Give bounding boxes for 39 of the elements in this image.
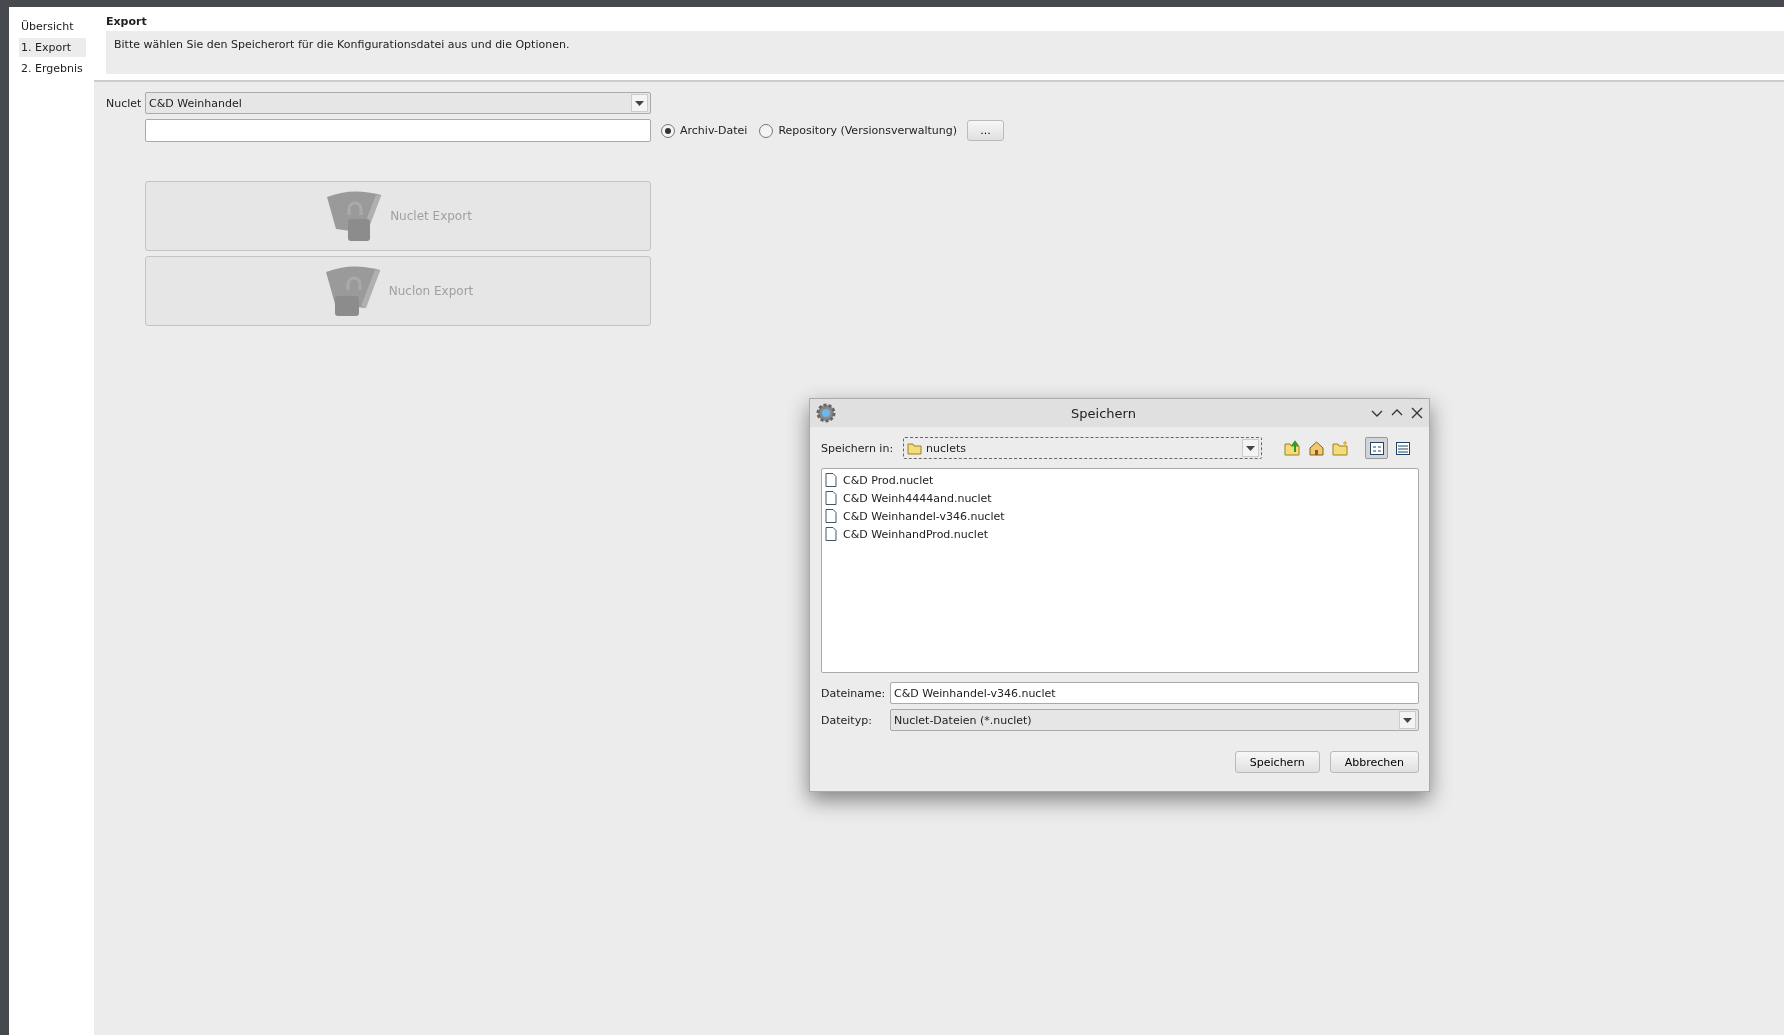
page-title: Export [106,15,148,28]
document-icon [825,473,837,487]
browse-button[interactable]: ... [967,120,1004,141]
grid-icon [1369,441,1384,455]
file-item[interactable]: C&D WeinhandProd.nuclet [843,527,988,541]
home-icon[interactable] [1308,440,1326,456]
nuclet-label: Nuclet [106,96,143,110]
caret-icon [635,100,644,106]
folder-dropdown[interactable]: nuclets [903,437,1263,459]
document-icon [825,509,837,523]
file-item[interactable]: C&D Weinh4444and.nuclet [843,491,992,505]
caret-icon [1403,717,1412,723]
filetype-label: Dateityp: [821,713,873,727]
save-button[interactable]: Speichern [1234,751,1320,773]
file-item[interactable]: C&D Prod.nuclet [843,473,934,487]
lines-icon [1395,441,1410,455]
file-item[interactable]: C&D Weinhandel-v346.nuclet [843,509,1005,523]
list-view-button[interactable] [1365,437,1389,459]
nuclet-dropdown[interactable]: C&D Weinhandel [145,92,651,114]
sidebar-item[interactable]: 1. Export [19,38,86,57]
page-description: Bitte wählen Sie den Speicherort für die Konfigurationsdatei aus und die Optionen. [106,31,1784,74]
folder-icon [907,441,923,455]
cancel-button[interactable]: Abbrechen [1329,751,1419,773]
caret-icon [1246,445,1256,451]
folder-up-icon[interactable] [1284,440,1302,456]
dialog-title: Speichern [1070,405,1137,421]
path-field[interactable] [145,119,651,142]
close-icon[interactable] [1411,407,1423,419]
sidebar-item[interactable]: Übersicht [19,17,86,36]
radio-option[interactable]: Repository (Versionsverwaltung) [759,123,957,138]
filename-label: Dateiname: [821,686,887,700]
look-in-label: Speichern in: [821,441,894,455]
document-icon [825,527,837,541]
document-icon [825,491,837,505]
filename-field[interactable]: C&D Weinhandel-v346.nuclet [890,682,1419,704]
gear-icon [816,403,836,423]
radio-option[interactable]: Archiv-Datei [661,123,748,138]
sidebar-item[interactable]: 2. Ergebnis [19,59,86,78]
filetype-dropdown[interactable]: Nuclet-Dateien (*.nuclet) [890,709,1419,731]
